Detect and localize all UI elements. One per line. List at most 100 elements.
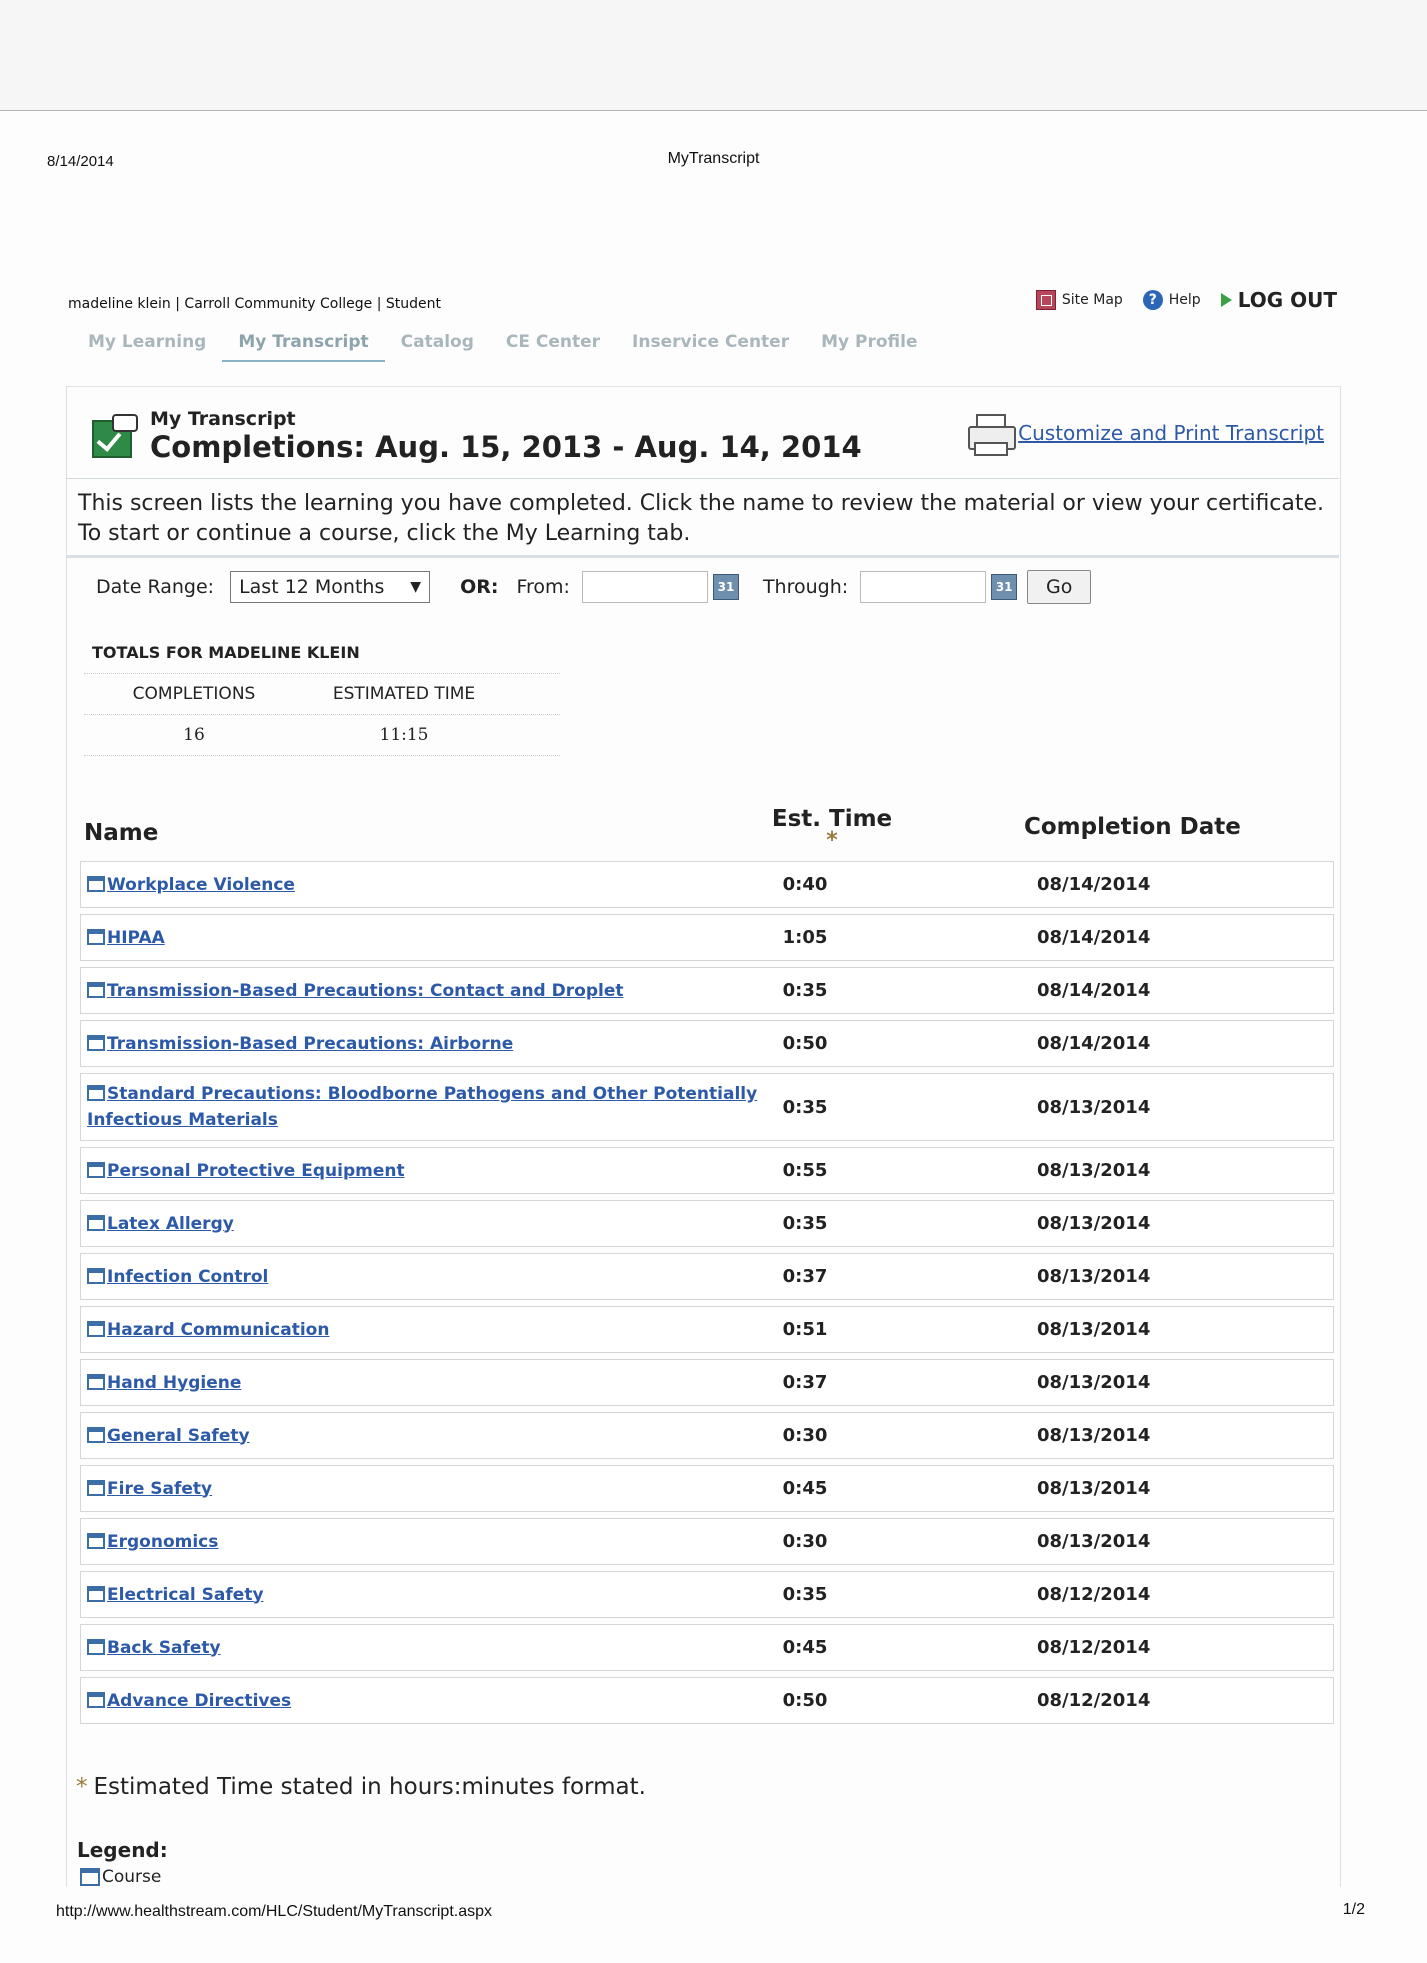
course-date: 08/12/2014 [1037,1584,1151,1605]
course-icon [87,1426,105,1443]
course-date: 08/13/2014 [1037,1319,1151,1340]
course-link[interactable]: General Safety [107,1426,250,1446]
customize-print-link[interactable]: Customize and Print Transcript [966,412,1324,456]
tab-my-learning[interactable]: My Learning [72,324,222,362]
course-row: Ergonomics 0:30 08/13/2014 [80,1518,1334,1565]
course-link[interactable]: Transmission-Based Precautions: Airborne [107,1034,513,1054]
course-link[interactable]: Advance Directives [107,1691,291,1711]
course-link[interactable]: Workplace Violence [107,875,295,895]
logout-link[interactable]: LOG OUT [1220,288,1337,312]
course-time: 0:45 [782,1478,828,1499]
tab-my-transcript[interactable]: My Transcript [222,324,385,362]
course-row: Electrical Safety 0:35 08/12/2014 [80,1571,1334,1618]
course-date: 08/12/2014 [1037,1637,1151,1658]
course-link[interactable]: Personal Protective Equipment [107,1161,405,1181]
totals-table: COMPLETIONS ESTIMATED TIME 16 11:15 [84,673,560,756]
play-arrow-icon [1220,293,1232,307]
through-calendar-icon[interactable]: 31 [991,574,1018,600]
go-button[interactable]: Go [1027,570,1092,604]
course-time: 0:35 [782,1096,828,1118]
tab-my-profile[interactable]: My Profile [805,324,933,362]
from-calendar-icon[interactable]: 31 [712,574,739,600]
printer-icon [966,412,1017,456]
course-date: 08/13/2014 [1037,1372,1151,1393]
course-date: 08/14/2014 [1037,927,1151,948]
site-map-link[interactable]: Site Map [1035,290,1123,310]
course-row: Workplace Violence 0:40 08/14/2014 [80,861,1334,908]
course-row: Personal Protective Equipment 0:55 08/13… [80,1147,1334,1194]
course-date: 08/13/2014 [1037,1478,1151,1499]
course-icon [87,1214,105,1231]
print-footer-page: 1/2 [1342,1901,1365,1918]
help-label: Help [1168,292,1201,308]
course-time: 1:05 [782,927,828,948]
course-time: 0:55 [782,1160,828,1181]
estimated-time-total: 11:15 [379,725,429,745]
course-row: Back Safety 0:45 08/12/2014 [80,1624,1334,1671]
customize-print-label: Customize and Print Transcript [1018,421,1324,445]
course-icon [87,1585,105,1602]
course-icon [87,1085,105,1101]
totals-value-row: 16 11:15 [84,715,560,756]
course-link[interactable]: Infection Control [107,1267,268,1287]
course-row: Latex Allergy 0:35 08/13/2014 [80,1200,1334,1247]
course-time: 0:40 [782,874,828,895]
course-icon [87,928,105,945]
course-time: 0:50 [782,1033,828,1054]
course-time: 0:37 [782,1266,828,1287]
course-icon [87,1034,105,1051]
asterisk-icon: * [76,1774,88,1800]
course-link[interactable]: Electrical Safety [107,1585,264,1605]
course-row: Transmission-Based Precautions: Airborne… [80,1020,1334,1067]
site-map-label: Site Map [1061,292,1123,308]
course-row: Hazard Communication 0:51 08/13/2014 [80,1306,1334,1353]
legend-course: Course [80,1867,161,1887]
tab-ce-center[interactable]: CE Center [490,324,616,362]
tab-inservice-center[interactable]: Inservice Center [616,324,805,362]
course-link[interactable]: Back Safety [107,1638,221,1658]
tab-catalog[interactable]: Catalog [385,324,490,362]
course-date: 08/13/2014 [1037,1096,1151,1118]
course-icon [87,1691,105,1708]
course-time: 0:30 [782,1531,828,1552]
time-format-text: Estimated Time stated in hours:minutes f… [93,1774,646,1800]
course-time: 0:50 [782,1690,828,1711]
user-info: madeline klein | Carroll Community Colle… [68,296,441,312]
course-icon [87,1479,105,1496]
course-date: 08/13/2014 [1037,1425,1151,1446]
course-link[interactable]: Standard Precautions: Bloodborne Pathoge… [87,1084,757,1130]
site-map-icon [1035,290,1056,310]
legend-title: Legend: [77,1838,168,1862]
course-row: Hand Hygiene 0:37 08/13/2014 [80,1359,1334,1406]
course-row: Transmission-Based Precautions: Contact … [80,967,1334,1014]
course-time: 0:51 [782,1319,828,1340]
print-title: MyTranscript [667,150,760,167]
course-icon [87,875,105,892]
through-date-input[interactable] [860,571,987,603]
date-range-value: Last 12 Months [239,576,385,598]
totals-header-row: COMPLETIONS ESTIMATED TIME [84,674,560,715]
course-time: 0:35 [782,980,828,1001]
course-link[interactable]: Transmission-Based Precautions: Contact … [107,981,623,1001]
help-link[interactable]: ? Help [1142,290,1201,310]
course-list: Workplace Violence 0:40 08/14/2014 HIPAA… [80,861,1334,1730]
course-link[interactable]: Fire Safety [107,1479,212,1499]
from-label: From: [516,576,570,598]
course-link[interactable]: Ergonomics [107,1532,218,1552]
dropdown-arrow-icon: ▼ [410,579,422,595]
course-date: 08/14/2014 [1037,980,1151,1001]
from-date-input[interactable] [581,571,708,603]
course-link[interactable]: Hand Hygiene [107,1373,241,1393]
intro-text: This screen lists the learning you have … [66,478,1339,558]
course-link[interactable]: HIPAA [107,928,165,948]
course-link[interactable]: Latex Allergy [107,1214,234,1234]
course-row: Standard Precautions: Bloodborne Pathoge… [80,1073,1334,1141]
date-range-label: Date Range: [96,576,215,598]
course-icon [87,1267,105,1284]
estimated-time-header: ESTIMATED TIME [332,684,476,704]
print-footer-url: http://www.healthstream.com/HLC/Student/… [56,1903,493,1920]
course-icon [87,1161,105,1178]
date-range-select[interactable]: Last 12 Months ▼ [230,571,431,603]
course-link[interactable]: Hazard Communication [107,1320,329,1340]
completions-range-heading: Completions: Aug. 15, 2013 - Aug. 14, 20… [150,430,862,464]
